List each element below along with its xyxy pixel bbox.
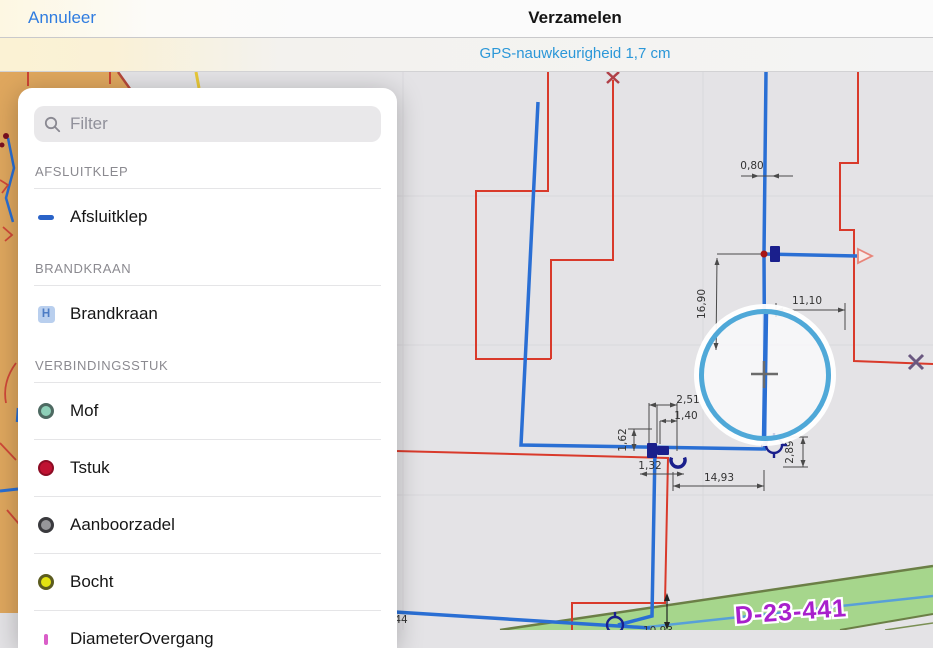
dimension-label: 0,80 (740, 160, 763, 172)
dimension-label: 1,62 (617, 428, 629, 451)
page-title: Verzamelen (528, 8, 622, 28)
tstuk-icon (35, 460, 57, 476)
list-item-label: Mof (70, 401, 98, 421)
aanboorzadel-icon (35, 517, 57, 533)
list-item-afsluitklep[interactable]: Afsluitklep (18, 189, 397, 245)
list-item-label: Brandkraan (70, 304, 158, 324)
dimension-label: 1,40 (674, 410, 697, 422)
list-item-bocht[interactable]: Bocht (18, 554, 397, 610)
list-item-aanboorzadel[interactable]: Aanboorzadel (18, 497, 397, 553)
diameterovergang-icon (35, 634, 57, 645)
magnifier-loupe[interactable] (697, 307, 833, 443)
search-icon (44, 116, 61, 133)
list-item-brandkraan[interactable]: H Brandkraan (18, 286, 397, 342)
dimension-label: 14,93 (704, 472, 734, 484)
dimension-label: 2,51 (676, 394, 699, 406)
valve-symbol (647, 443, 657, 458)
list-item-label: Bocht (70, 572, 113, 592)
section-header-afsluitklep: AFSLUITKLEP (18, 148, 397, 188)
valve-symbol (770, 246, 780, 262)
bocht-icon (35, 574, 57, 590)
list-item-label: Aanboorzadel (70, 515, 175, 535)
list-item-label: DiameterOvergang (70, 629, 214, 648)
gps-accuracy-text: GPS-nauwkeurigheid 1,7 cm (480, 45, 671, 62)
dimension-label: 11,10 (792, 295, 822, 307)
dimension-label: 16,90 (696, 289, 708, 319)
feature-type-panel: AFSLUITKLEP Afsluitklep BRANDKRAAN H Bra… (18, 88, 397, 648)
filter-search-field[interactable] (34, 106, 381, 142)
tstuk-node (761, 251, 768, 258)
dimension-label: 1,32 (638, 460, 661, 472)
brandkraan-hydrant-icon: H (35, 306, 57, 323)
list-item-label: Afsluitklep (70, 207, 147, 227)
mof-icon (35, 403, 57, 419)
afsluitklep-dash-icon (35, 215, 57, 220)
list-item-tstuk[interactable]: Tstuk (18, 440, 397, 496)
list-item-label: Tstuk (70, 458, 110, 478)
section-header-brandkraan: BRANDKRAAN (18, 245, 397, 285)
gps-status-bar: GPS-nauwkeurigheid 1,7 cm (0, 38, 933, 72)
navigation-bar: Annuleer Verzamelen (0, 0, 933, 38)
filter-input[interactable] (68, 113, 371, 135)
section-header-verbindingsstuk: VERBINDINGSSTUK (18, 342, 397, 382)
cancel-button[interactable]: Annuleer (28, 8, 96, 28)
list-item-mof[interactable]: Mof (18, 383, 397, 439)
dimension-label-clipped: 10,93 (643, 625, 673, 630)
valve-symbol (657, 446, 669, 455)
